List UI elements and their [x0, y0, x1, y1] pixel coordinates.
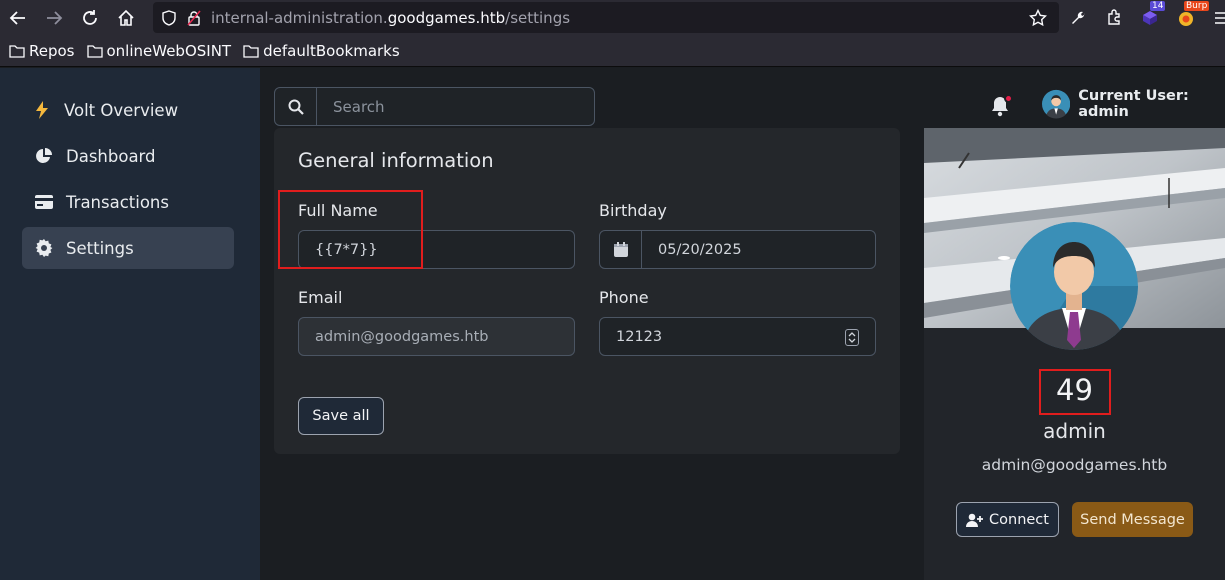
birthday-field[interactable]: 05/20/2025: [599, 230, 876, 269]
profile-card: 49 admin admin@goodgames.htb Connect Sen…: [924, 128, 1225, 580]
url-subdomain: internal-administration.: [211, 8, 388, 27]
puzzle-icon: [1107, 9, 1120, 25]
birthday-label: Birthday: [599, 201, 667, 220]
stepper-arrows-icon: [848, 332, 856, 343]
search-icon: [275, 88, 317, 125]
bookmark-folder-repos[interactable]: Repos: [9, 42, 75, 60]
forward-button[interactable]: [36, 0, 72, 35]
general-information-card: General information Full Name {{7*7}} Bi…: [274, 128, 900, 454]
extension-badge-count: 14: [1150, 1, 1166, 11]
profile-avatar: [1010, 222, 1138, 350]
browser-toolbar: internal-administration.goodgames.htb/se…: [0, 0, 1225, 35]
url-domain: goodgames.htb: [387, 8, 506, 27]
user-plus-icon: [966, 513, 984, 527]
home-icon: [118, 9, 134, 26]
number-stepper[interactable]: [845, 329, 859, 346]
reload-icon: [83, 9, 97, 25]
sidebar-brand-label: Volt Overview: [64, 100, 179, 120]
send-message-button[interactable]: Send Message: [1072, 502, 1193, 537]
reload-button[interactable]: [72, 0, 108, 35]
arrow-left-icon: [9, 10, 25, 25]
folder-icon: [243, 44, 259, 58]
url-text: internal-administration.goodgames.htb/se…: [211, 9, 570, 27]
notification-dot: [1004, 94, 1013, 103]
sidebar-brand[interactable]: Volt Overview: [22, 89, 234, 131]
email-field[interactable]: admin@goodgames.htb: [298, 317, 575, 356]
gear-icon: [22, 239, 66, 257]
folder-icon: [86, 44, 103, 58]
bookmark-label: defaultBookmarks: [263, 41, 400, 60]
pie-chart-icon: [22, 147, 66, 165]
rendered-value-highlight-box: [1039, 369, 1111, 415]
bookmark-label: Repos: [29, 41, 75, 60]
profile-username: admin: [1043, 419, 1106, 443]
connect-label: Connect: [989, 511, 1049, 528]
extension-badge-button[interactable]: 14: [1132, 0, 1168, 35]
lightning-icon: [22, 101, 64, 119]
burp-button[interactable]: Burp: [1168, 0, 1210, 35]
phone-field[interactable]: 12123: [599, 317, 876, 356]
sidebar-item-label: Transactions: [66, 192, 169, 212]
phone-value: 12123: [616, 328, 663, 345]
arrow-right-icon: [47, 10, 63, 25]
sidebar: Volt Overview Dashboard Transactions Set…: [0, 68, 260, 580]
hamburger-menu-icon: [1215, 11, 1225, 24]
insecure-lock-icon[interactable]: [187, 9, 201, 26]
sidebar-item-label: Dashboard: [66, 146, 156, 166]
extension-cube-icon: [1143, 10, 1157, 25]
user-menu[interactable]: Current User: admin: [1042, 88, 1225, 120]
current-user-label: Current User: admin: [1078, 88, 1189, 120]
bookmarks-bar: Repos onlineWebOSINT defaultBookmarks: [0, 35, 1225, 67]
sidebar-item-settings[interactable]: Settings: [22, 227, 234, 269]
calendar-icon: [600, 231, 642, 268]
search-input[interactable]: [317, 88, 594, 125]
burp-icon: [1179, 11, 1193, 26]
shield-icon[interactable]: [161, 9, 177, 26]
credit-card-icon: [22, 195, 66, 209]
browser-tools: 14 Burp: [1060, 0, 1225, 35]
sidebar-item-label: Settings: [66, 238, 134, 258]
avatar: [1042, 89, 1071, 119]
email-label: Email: [298, 288, 343, 307]
sidebar-item-transactions[interactable]: Transactions: [22, 181, 234, 223]
birthday-value: 05/20/2025: [658, 241, 742, 258]
address-bar[interactable]: internal-administration.goodgames.htb/se…: [153, 2, 1059, 33]
home-button[interactable]: [108, 0, 144, 35]
url-path: /settings: [505, 8, 571, 27]
menu-button[interactable]: [1204, 0, 1225, 35]
folder-icon: [9, 44, 25, 58]
profile-email: admin@goodgames.htb: [981, 456, 1168, 474]
search-box: [274, 87, 595, 126]
back-button[interactable]: [0, 0, 36, 35]
save-all-button[interactable]: Save all: [298, 397, 384, 435]
extensions-button[interactable]: [1096, 0, 1132, 35]
sidebar-item-dashboard[interactable]: Dashboard: [22, 135, 234, 177]
connect-button[interactable]: Connect: [956, 502, 1059, 537]
full-name-highlight-box: [278, 190, 423, 269]
card-title: General information: [298, 149, 494, 172]
wrench-icon: [1072, 11, 1085, 24]
bookmark-label: onlineWebOSINT: [106, 41, 232, 60]
bookmark-star-icon[interactable]: [1029, 9, 1047, 27]
wrench-button[interactable]: [1060, 0, 1096, 35]
bookmark-folder-defaultbookmarks[interactable]: defaultBookmarks: [243, 42, 400, 60]
bookmark-folder-onlinewebosint[interactable]: onlineWebOSINT: [86, 41, 232, 60]
phone-label: Phone: [599, 288, 649, 307]
